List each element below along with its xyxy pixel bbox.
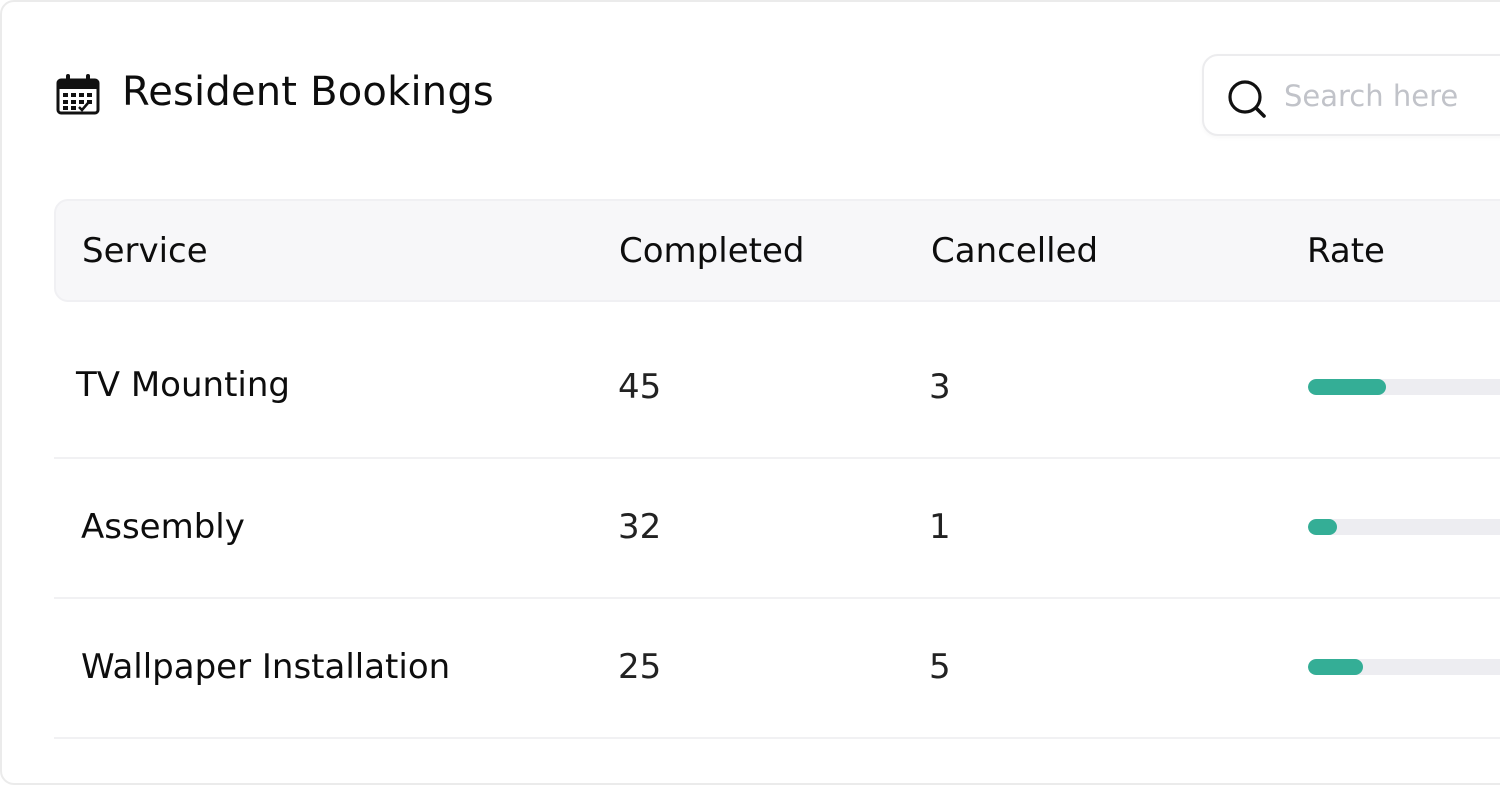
table-row[interactable]: Assembly 32 1 [54,457,1500,599]
service-name: TV Mounting [76,365,290,405]
service-name: Assembly [81,507,245,547]
calendar-icon [56,74,100,115]
column-header-rate[interactable]: Rate [1307,229,1385,273]
cancelled-count: 1 [929,507,951,547]
column-header-service[interactable]: Service [82,229,208,273]
search-box[interactable] [1202,54,1500,136]
page: Resident Bookings Service Completed Canc… [0,0,1500,788]
rate-progress-fill [1308,519,1337,535]
search-icon[interactable] [1226,78,1268,120]
table-header: Service Completed Cancelled Rate [54,199,1500,302]
table-row[interactable]: Wallpaper Installation 25 5 [54,597,1500,739]
column-header-completed[interactable]: Completed [619,229,804,273]
rate-progress-fill [1308,659,1363,675]
rate-progress-fill [1308,379,1386,395]
table-row[interactable]: TV Mounting 45 3 [54,317,1500,459]
completed-count: 32 [618,507,662,547]
column-header-cancelled[interactable]: Cancelled [931,229,1098,273]
search-input[interactable] [1284,74,1500,118]
completed-count: 45 [618,367,662,407]
completed-count: 25 [618,647,662,687]
cancelled-count: 5 [929,647,951,687]
service-name: Wallpaper Installation [81,647,451,687]
page-title: Resident Bookings [122,69,494,115]
cancelled-count: 3 [929,367,951,407]
rate-progress-bar [1308,519,1500,535]
rate-progress-bar [1308,379,1500,395]
rate-progress-bar [1308,659,1500,675]
bookings-card: Resident Bookings Service Completed Canc… [0,0,1500,785]
